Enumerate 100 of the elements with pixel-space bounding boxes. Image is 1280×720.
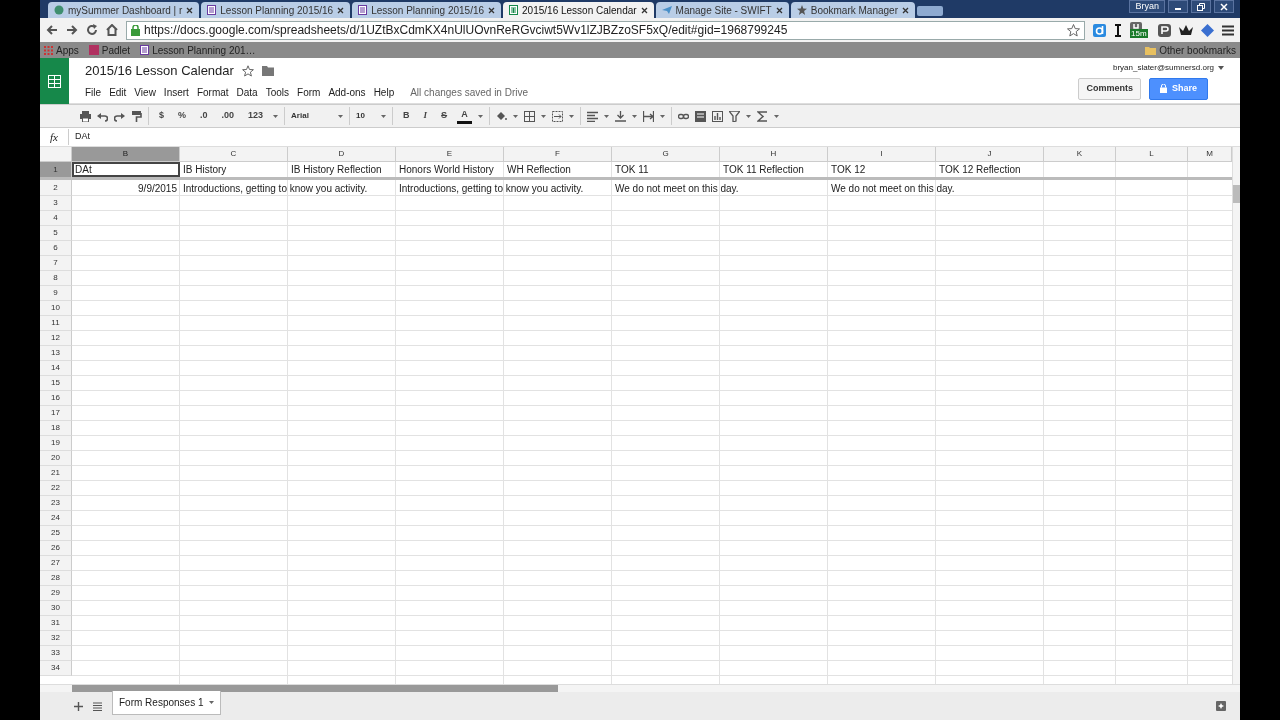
folder-icon[interactable] <box>261 66 274 76</box>
scrollbar-thumb[interactable] <box>1233 185 1240 203</box>
comment-icon[interactable] <box>694 110 706 122</box>
restore-button[interactable] <box>1191 0 1211 13</box>
align-left-icon[interactable] <box>586 110 598 122</box>
close-icon[interactable] <box>775 6 783 14</box>
formula-input[interactable]: DAt <box>75 130 1240 144</box>
caret-icon[interactable] <box>273 114 279 118</box>
close-icon[interactable] <box>488 6 496 14</box>
sheet-list-icon[interactable] <box>93 701 102 711</box>
document-title[interactable]: 2015/16 Lesson Calendar <box>85 61 234 81</box>
row-number[interactable]: 10 <box>40 301 72 316</box>
column-header[interactable]: B <box>72 147 180 162</box>
text-style-button[interactable]: A <box>457 107 472 125</box>
row-number[interactable]: 26 <box>40 541 72 556</box>
menu-item[interactable]: Edit <box>105 84 131 100</box>
cell-text[interactable]: TOK 11 <box>612 162 720 177</box>
row-number[interactable]: 24 <box>40 511 72 526</box>
browser-tab[interactable]: Manage Site - SWIFT <box>655 2 789 18</box>
merge-cells-icon[interactable] <box>551 110 563 122</box>
caret-icon[interactable] <box>540 114 546 118</box>
row-number[interactable]: 1 <box>40 162 72 180</box>
caret-icon[interactable] <box>477 114 483 118</box>
sum-icon[interactable] <box>756 110 768 122</box>
text-style-button[interactable]: B <box>399 109 414 123</box>
print-icon[interactable] <box>80 110 91 122</box>
comments-button[interactable]: Comments <box>1078 78 1141 100</box>
font-size-dropdown[interactable]: 10 <box>356 110 387 122</box>
address-bar[interactable]: https://docs.google.com/spreadsheets/d/1UZtBxCdmKX4nUlUOvnReRGvciwt5Wv1lZJBZzoSF5xQ/edit#gid=1968799245 <box>126 20 1085 40</box>
filter-icon[interactable] <box>728 110 740 122</box>
row-number[interactable]: 13 <box>40 346 72 361</box>
row-number[interactable]: 31 <box>40 616 72 631</box>
sheet-tab[interactable]: Form Responses 1 <box>112 691 222 715</box>
menu-item[interactable]: Tools <box>261 84 294 100</box>
caret-icon[interactable] <box>568 114 574 118</box>
vertical-align-icon[interactable] <box>614 110 626 122</box>
column-header[interactable]: K <box>1044 147 1116 162</box>
close-icon[interactable] <box>186 6 194 14</box>
row-number[interactable]: 14 <box>40 361 72 376</box>
number-format-button[interactable]: .00 <box>217 109 239 123</box>
forward-icon[interactable] <box>66 24 78 36</box>
row-number[interactable]: 27 <box>40 556 72 571</box>
extension-icon[interactable] <box>1093 23 1106 37</box>
row-number[interactable]: 2 <box>40 180 72 196</box>
row-number[interactable]: 34 <box>40 661 72 676</box>
text-style-button[interactable]: S <box>437 109 452 123</box>
timer-extension-button[interactable]: 15m <box>1130 22 1150 38</box>
column-header[interactable]: J <box>936 147 1044 162</box>
home-icon[interactable] <box>106 24 118 36</box>
sheets-logo-icon[interactable] <box>48 74 61 88</box>
browser-tab[interactable]: 2015/16 Lesson Calendar <box>503 2 654 18</box>
paint-format-icon[interactable] <box>131 110 142 122</box>
cell-text[interactable]: Introductions, getting to know you activity. <box>396 180 612 196</box>
row-number[interactable]: 17 <box>40 406 72 421</box>
close-button[interactable] <box>1214 0 1234 13</box>
column-header[interactable]: D <box>288 147 396 162</box>
row-number[interactable]: 12 <box>40 331 72 346</box>
menu-item[interactable]: Insert <box>159 84 193 100</box>
text-wrap-icon[interactable] <box>642 110 654 122</box>
add-sheet-icon[interactable] <box>74 701 83 711</box>
close-icon[interactable] <box>640 6 648 14</box>
close-icon[interactable] <box>337 6 345 14</box>
cell-text[interactable]: Introductions, getting to know you activity. <box>180 180 396 196</box>
column-header[interactable]: L <box>1116 147 1188 162</box>
account-email[interactable]: bryan_slater@sumnersd.org <box>1112 62 1214 74</box>
menu-item[interactable]: Form <box>293 84 325 100</box>
cell-text[interactable]: We do not meet on this day. <box>612 180 828 196</box>
redo-icon[interactable] <box>114 110 125 122</box>
column-header[interactable]: C <box>180 147 288 162</box>
browser-tab[interactable]: Lesson Planning 2015/16 <box>352 2 502 18</box>
cell-text[interactable]: IB History <box>180 162 288 177</box>
row-number[interactable]: 18 <box>40 421 72 436</box>
cell-text[interactable]: DAt <box>72 162 180 177</box>
row-number[interactable]: 7 <box>40 256 72 271</box>
bookmark[interactable]: Padlet <box>88 42 131 58</box>
fill-color-icon[interactable] <box>495 110 507 122</box>
cell-text[interactable]: TOK 11 Reflection <box>720 162 828 177</box>
caret-icon[interactable] <box>745 114 751 118</box>
row-number[interactable]: 32 <box>40 631 72 646</box>
row-number[interactable]: 21 <box>40 466 72 481</box>
row-number[interactable]: 33 <box>40 646 72 661</box>
back-icon[interactable] <box>46 24 58 36</box>
cell-text[interactable]: We do not meet on this day. <box>828 180 1044 196</box>
row-number[interactable]: 6 <box>40 241 72 256</box>
bookmark[interactable]: Lesson Planning 201… <box>140 42 256 58</box>
column-header[interactable]: I <box>828 147 936 162</box>
row-number[interactable]: 16 <box>40 391 72 406</box>
row-number[interactable]: 8 <box>40 271 72 286</box>
row-number[interactable]: 5 <box>40 226 72 241</box>
star-icon[interactable] <box>241 65 254 77</box>
browser-tab[interactable]: Lesson Planning 2015/16 <box>201 2 351 18</box>
other-bookmarks[interactable]: Other bookmarks <box>1145 42 1236 58</box>
explore-icon[interactable] <box>1216 701 1226 711</box>
chart-icon[interactable] <box>711 110 723 122</box>
column-header[interactable]: F <box>504 147 612 162</box>
menu-item[interactable]: Help <box>369 84 399 100</box>
text-style-button[interactable]: I <box>419 109 432 123</box>
column-header[interactable]: M <box>1188 147 1232 162</box>
caret-icon[interactable] <box>603 114 609 118</box>
caret-icon[interactable] <box>773 114 779 118</box>
